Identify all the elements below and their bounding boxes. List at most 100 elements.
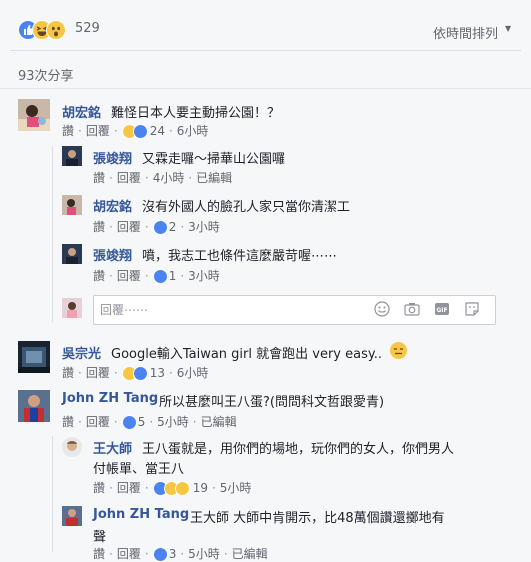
- reply-button[interactable]: 回覆: [86, 413, 110, 430]
- timestamp[interactable]: 6小時: [177, 364, 209, 381]
- gif-icon[interactable]: GIF: [434, 301, 450, 317]
- comment-actions: 讚 · 回覆 · 4小時 · 已編輯: [93, 169, 233, 186]
- reaction-icons[interactable]: [152, 268, 169, 284]
- reaction-icons[interactable]: [121, 414, 138, 430]
- edited-label[interactable]: 已編輯: [201, 413, 237, 430]
- comment-author[interactable]: John ZH Tang: [62, 391, 158, 406]
- avatar[interactable]: [62, 195, 82, 215]
- reaction-count[interactable]: 13: [150, 366, 165, 380]
- like-button[interactable]: 讚: [93, 267, 105, 284]
- timestamp[interactable]: 5小時: [157, 413, 189, 430]
- reaction-icons[interactable]: [152, 480, 193, 496]
- thread-line: [52, 146, 53, 322]
- comment-actions: 讚 · 回覆 · 19 · 5小時: [93, 479, 252, 496]
- sort-dropdown[interactable]: 依時間排列: [433, 23, 498, 42]
- reply-button[interactable]: 回覆: [117, 479, 141, 496]
- reply-input[interactable]: 回覆⋯⋯ GIF: [93, 295, 496, 325]
- reply-button[interactable]: 回覆: [86, 122, 110, 139]
- caret-down-icon[interactable]: ▼: [505, 24, 511, 33]
- like-icon: [152, 546, 168, 562]
- comment-text: 所以甚麼叫王八蛋?(問問科文哲跟愛青): [159, 395, 385, 410]
- reaction-count[interactable]: 24: [150, 124, 165, 138]
- avatar[interactable]: [18, 390, 50, 422]
- reaction-count[interactable]: 19: [193, 481, 208, 495]
- expressionless-emoji-icon: [390, 342, 407, 359]
- like-button[interactable]: 讚: [62, 413, 74, 430]
- comment-author[interactable]: 張竣翔: [93, 245, 132, 264]
- timestamp[interactable]: 5小時: [188, 545, 220, 562]
- emoji-icon[interactable]: [374, 301, 390, 317]
- reply-button[interactable]: 回覆: [117, 169, 141, 186]
- reaction-count[interactable]: 5: [138, 415, 146, 429]
- comment-author[interactable]: 吳宗光: [62, 343, 101, 362]
- avatar[interactable]: [62, 146, 82, 166]
- like-button[interactable]: 讚: [62, 122, 74, 139]
- reaction-count[interactable]: 529: [75, 21, 100, 36]
- avatar[interactable]: [62, 437, 82, 457]
- avatar: [62, 298, 82, 318]
- comment-actions: 讚 · 回覆 · 24 · 6小時: [62, 122, 209, 139]
- comment-text: 又霖走囉～掃華山公園囉: [142, 152, 286, 167]
- svg-text:GIF: GIF: [436, 307, 447, 314]
- share-count[interactable]: 93次分享: [18, 65, 74, 84]
- reply-button[interactable]: 回覆: [86, 364, 110, 381]
- reaction-icons[interactable]: [152, 219, 169, 235]
- divider: [0, 88, 531, 89]
- edited-label[interactable]: 已編輯: [196, 169, 232, 186]
- edited-label[interactable]: 已編輯: [232, 545, 268, 562]
- comment-text: 王大師 大師中肯開示，比48萬個讚還擲地有: [190, 511, 445, 526]
- like-button[interactable]: 讚: [93, 479, 105, 496]
- like-button[interactable]: 讚: [93, 169, 105, 186]
- reply-button[interactable]: 回覆: [117, 267, 141, 284]
- comment-text: Google輸入Taiwan girl 就會跑出 very easy..: [111, 347, 382, 362]
- reaction-count[interactable]: 2: [169, 220, 177, 234]
- timestamp[interactable]: 3小時: [188, 267, 220, 284]
- reaction-icons[interactable]: [121, 365, 150, 381]
- like-button[interactable]: 讚: [93, 218, 105, 235]
- comment-text: 聲: [93, 530, 107, 545]
- like-icon: [152, 219, 168, 235]
- reply-button[interactable]: 回覆: [117, 218, 141, 235]
- timestamp[interactable]: 3小時: [188, 218, 220, 235]
- like-button[interactable]: 讚: [62, 364, 74, 381]
- like-button[interactable]: 讚: [93, 545, 105, 562]
- comment-text: 王八蛋就是，用你們的場地，玩你們的女人，你們男人: [142, 442, 455, 457]
- comment-actions: 讚 · 回覆 · 2 · 3小時: [93, 218, 220, 235]
- timestamp[interactable]: 4小時: [153, 169, 185, 186]
- thread-line: [52, 436, 53, 552]
- reply-placeholder: 回覆⋯⋯: [100, 303, 149, 317]
- comment-author[interactable]: 王大師: [93, 438, 132, 457]
- divider: [10, 50, 521, 51]
- avatar[interactable]: [18, 99, 50, 131]
- comment-text: 付帳單、當王八: [93, 462, 185, 477]
- camera-icon[interactable]: [404, 301, 420, 317]
- comment-author[interactable]: 胡宏銘: [93, 196, 132, 215]
- comment-actions: 讚 · 回覆 · 3 · 5小時 · 已編輯: [93, 545, 268, 562]
- reaction-icons[interactable]: [152, 546, 169, 562]
- avatar[interactable]: [18, 341, 50, 373]
- wow-icon: [174, 480, 190, 496]
- comment-actions: 讚 · 回覆 · 1 · 3小時: [93, 267, 220, 284]
- wow-icon: [46, 20, 66, 40]
- like-icon: [132, 123, 148, 139]
- comment-actions: 讚 · 回覆 · 13 · 6小時: [62, 364, 209, 381]
- like-icon: [132, 365, 148, 381]
- comment-actions: 讚 · 回覆 · 5 · 5小時 · 已編輯: [62, 413, 237, 430]
- timestamp[interactable]: 6小時: [177, 122, 209, 139]
- avatar[interactable]: [62, 506, 82, 526]
- reply-button[interactable]: 回覆: [117, 545, 141, 562]
- comment-text: 難怪日本人要主動掃公園！？: [111, 106, 281, 121]
- like-icon: [121, 414, 137, 430]
- like-icon: [152, 268, 168, 284]
- comment-text: 沒有外國人的臉孔人家只當你清潔工: [142, 200, 351, 215]
- timestamp[interactable]: 5小時: [220, 479, 252, 496]
- reaction-count[interactable]: 3: [169, 547, 177, 561]
- reaction-icons[interactable]: [121, 123, 150, 139]
- reaction-count[interactable]: 1: [169, 269, 177, 283]
- comment-author[interactable]: 胡宏銘: [62, 102, 101, 121]
- comment-text: 噴，我志工也條件這麼嚴苛喔⋯⋯: [142, 249, 338, 264]
- avatar[interactable]: [62, 244, 82, 264]
- sticker-icon[interactable]: [464, 301, 480, 317]
- comment-author[interactable]: John ZH Tang: [93, 507, 189, 522]
- comment-author[interactable]: 張竣翔: [93, 148, 132, 167]
